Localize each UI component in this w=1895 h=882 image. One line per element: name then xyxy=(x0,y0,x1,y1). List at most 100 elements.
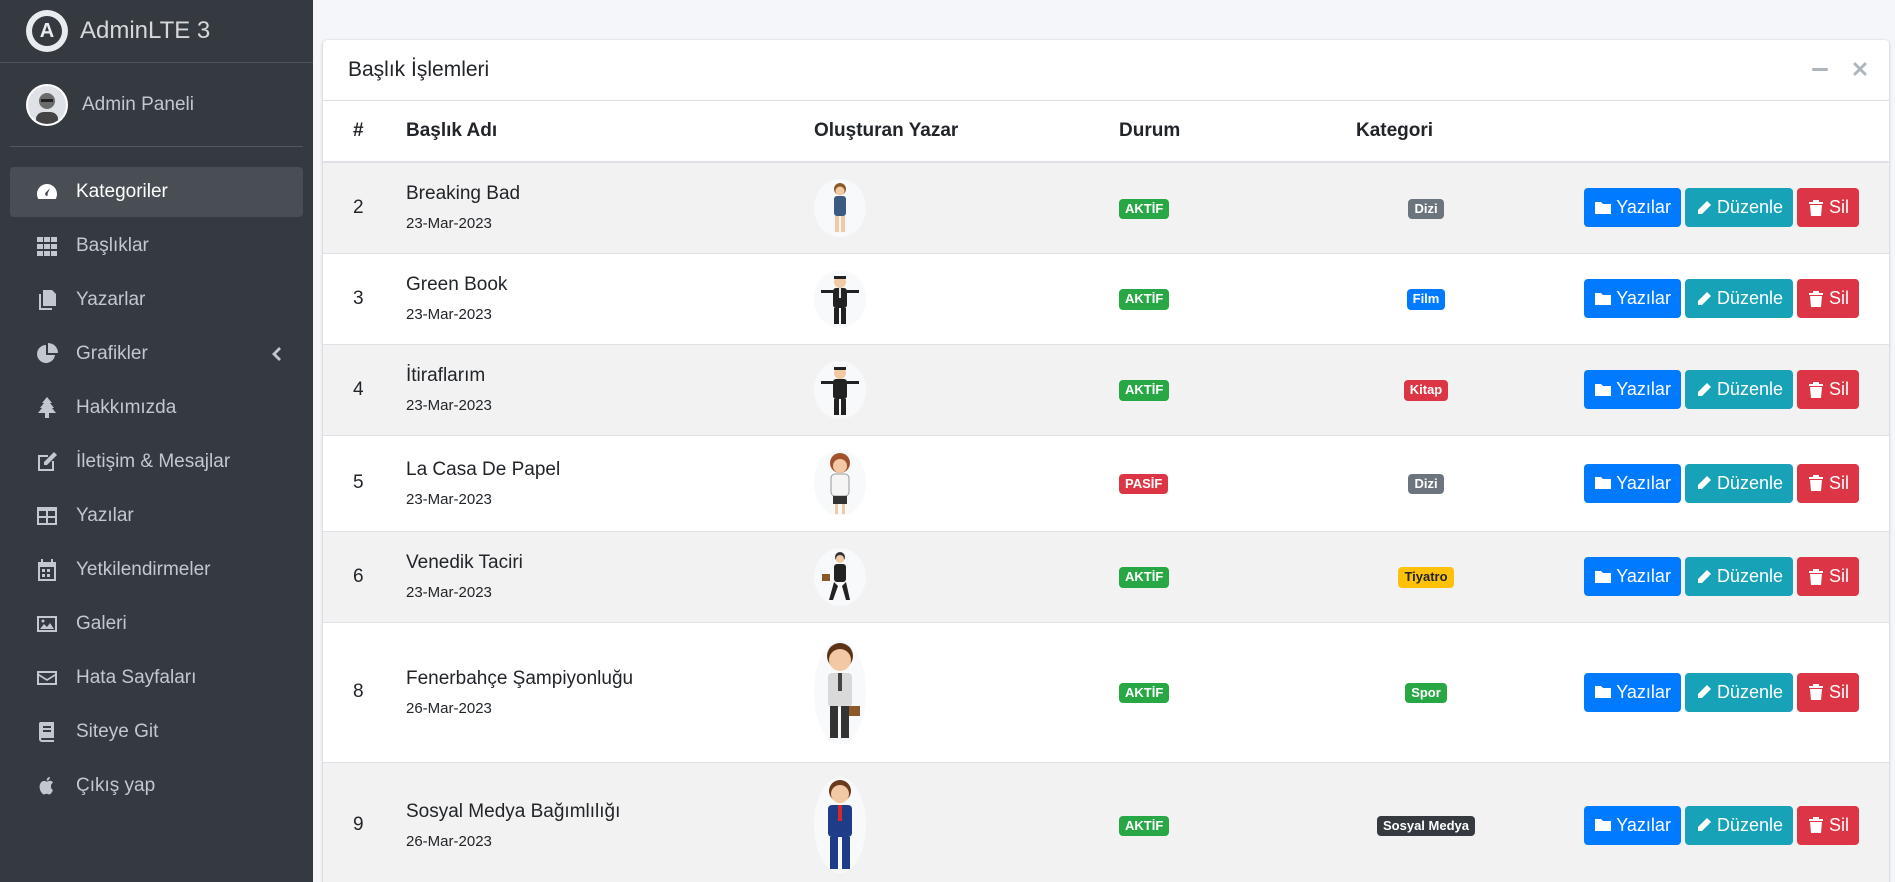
user-panel[interactable]: Admin Paneli xyxy=(10,63,303,147)
user-avatar xyxy=(26,83,68,126)
folder-icon xyxy=(1594,199,1616,217)
posts-button-label: Yazılar xyxy=(1616,472,1671,493)
table-row: 2 Breaking Bad 23-Mar-2023 AKTİF Dizi Yazılar… xyxy=(323,161,1889,253)
table-row: 9 Sosyal Medya Bağımlılığı 26-Mar-2023 AKTİ… xyxy=(323,761,1889,882)
sidebar-item-hata-sayfalari[interactable]: Hata Sayfaları xyxy=(10,653,303,703)
row-title: İtiraflarım xyxy=(406,365,486,386)
minus-icon xyxy=(1812,67,1828,71)
table-row: 4 İtiraflarım 23-Mar-2023 AKTİF Kitap Yazılar… xyxy=(323,343,1889,435)
brand-logo-letter: A xyxy=(32,16,62,46)
delete-button-label: Sil xyxy=(1828,197,1849,218)
author-avatar xyxy=(814,178,866,237)
sidebar-item-iletisim[interactable]: İletişim & Mesajlar xyxy=(10,437,303,487)
col-header-title: Başlık Adı xyxy=(406,101,814,163)
sidebar-item-label: Yetkilendirmeler xyxy=(76,559,211,580)
row-category-cell: Kitap xyxy=(1356,343,1496,435)
edit-button[interactable]: Düzenle xyxy=(1684,463,1793,503)
delete-button-label: Sil xyxy=(1828,681,1849,702)
table-row: 5 La Casa De Papel 23-Mar-2023 PASİF Dizi Yaz… xyxy=(323,434,1889,531)
edit-icon xyxy=(34,449,60,475)
folder-icon xyxy=(1594,816,1616,834)
trash-icon xyxy=(1807,683,1829,701)
posts-button[interactable]: Yazılar xyxy=(1584,279,1681,318)
col-header-category: Kategori xyxy=(1356,101,1496,163)
row-date: 23-Mar-2023 xyxy=(406,584,492,601)
delete-button[interactable]: Sil xyxy=(1796,463,1859,503)
row-category-cell: Dizi xyxy=(1356,161,1496,253)
posts-button[interactable]: Yazılar xyxy=(1584,463,1681,503)
row-date: 23-Mar-2023 xyxy=(406,306,492,323)
edit-button[interactable]: Düzenle xyxy=(1684,188,1793,228)
sidebar-item-yazarlar[interactable]: Yazarlar xyxy=(10,275,303,325)
posts-button[interactable]: Yazılar xyxy=(1584,557,1681,596)
edit-button[interactable]: Düzenle xyxy=(1684,557,1793,596)
trash-icon xyxy=(1807,474,1829,492)
edit-button[interactable]: Düzenle xyxy=(1684,672,1793,712)
col-header-actions xyxy=(1496,101,1889,163)
author-avatar xyxy=(814,360,866,419)
row-status-cell: AKTİF xyxy=(1119,161,1356,253)
row-category-cell: Film xyxy=(1356,252,1496,344)
status-badge: AKTİF xyxy=(1119,816,1170,837)
delete-button[interactable]: Sil xyxy=(1796,370,1859,409)
row-id: 9 xyxy=(323,761,406,882)
sidebar-item-label: Yazarlar xyxy=(76,289,146,310)
sidebar-item-cikis[interactable]: Çıkış yap xyxy=(10,761,303,811)
brand-logo: A xyxy=(26,10,68,52)
row-title-cell: La Casa De Papel 23-Mar-2023 xyxy=(406,434,814,531)
edit-button[interactable]: Düzenle xyxy=(1684,279,1793,318)
delete-button[interactable]: Sil xyxy=(1796,672,1859,712)
row-author-cell xyxy=(814,434,1119,531)
edit-button-label: Düzenle xyxy=(1716,566,1783,586)
row-id: 3 xyxy=(323,252,406,344)
sidebar-item-yazilar[interactable]: Yazılar xyxy=(10,491,303,541)
brand-link[interactable]: A AdminLTE 3 xyxy=(0,0,313,63)
edit-button-label: Düzenle xyxy=(1716,288,1783,308)
posts-button[interactable]: Yazılar xyxy=(1584,805,1681,845)
category-badge: Sosyal Medya xyxy=(1377,816,1475,837)
edit-button[interactable]: Düzenle xyxy=(1684,805,1793,845)
delete-button-label: Sil xyxy=(1828,566,1849,586)
table-header-row: # Başlık Adı Oluşturan Yazar Durum Kateg… xyxy=(323,101,1889,163)
status-badge: AKTİF xyxy=(1119,198,1170,219)
category-badge: Tiyatro xyxy=(1398,567,1454,588)
delete-button[interactable]: Sil xyxy=(1796,188,1859,228)
delete-button[interactable]: Sil xyxy=(1796,805,1859,845)
posts-button[interactable]: Yazılar xyxy=(1584,188,1681,228)
edit-button-label: Düzenle xyxy=(1716,379,1783,399)
minimize-button[interactable] xyxy=(1811,60,1829,78)
sidebar-item-yetkilendirmeler[interactable]: Yetkilendirmeler xyxy=(10,545,303,595)
row-title: Venedik Taciri xyxy=(406,552,523,573)
grid-icon xyxy=(34,233,60,259)
posts-button-label: Yazılar xyxy=(1616,566,1671,586)
close-button[interactable] xyxy=(1851,60,1869,78)
delete-button[interactable]: Sil xyxy=(1796,279,1859,318)
posts-button[interactable]: Yazılar xyxy=(1584,370,1681,409)
posts-button-label: Yazılar xyxy=(1616,379,1671,399)
row-title: La Casa De Papel xyxy=(406,458,561,480)
sidebar-item-siteye-git[interactable]: Siteye Git xyxy=(10,707,303,757)
sidebar-item-hakkimizda[interactable]: Hakkımızda xyxy=(10,383,303,433)
close-icon xyxy=(1853,62,1867,76)
row-status-cell: AKTİF xyxy=(1119,621,1356,762)
edit-button[interactable]: Düzenle xyxy=(1684,370,1793,409)
sidebar-item-basliklar[interactable]: Başlıklar xyxy=(10,221,303,271)
category-badge: Kitap xyxy=(1403,380,1449,401)
edit-button-label: Düzenle xyxy=(1716,814,1783,835)
table-icon xyxy=(34,503,60,529)
sidebar-item-label: Grafikler xyxy=(76,343,148,364)
row-title: Sosyal Medya Bağımlılığı xyxy=(406,800,621,822)
delete-button[interactable]: Sil xyxy=(1796,557,1859,596)
folder-icon xyxy=(1594,683,1616,701)
sidebar-item-kategoriler[interactable]: Kategoriler xyxy=(10,167,303,217)
card-header: Başlık İşlemleri xyxy=(323,40,1889,101)
sidebar-item-grafikler[interactable]: Grafikler xyxy=(10,329,303,379)
row-status-cell: AKTİF xyxy=(1119,252,1356,344)
status-badge: AKTİF xyxy=(1119,567,1170,588)
posts-button-label: Yazılar xyxy=(1616,197,1671,218)
sidebar-item-galeri[interactable]: Galeri xyxy=(10,599,303,649)
trash-icon xyxy=(1807,816,1829,834)
trash-icon xyxy=(1807,381,1829,399)
row-title-cell: İtiraflarım 23-Mar-2023 xyxy=(406,343,814,435)
posts-button[interactable]: Yazılar xyxy=(1584,672,1681,712)
